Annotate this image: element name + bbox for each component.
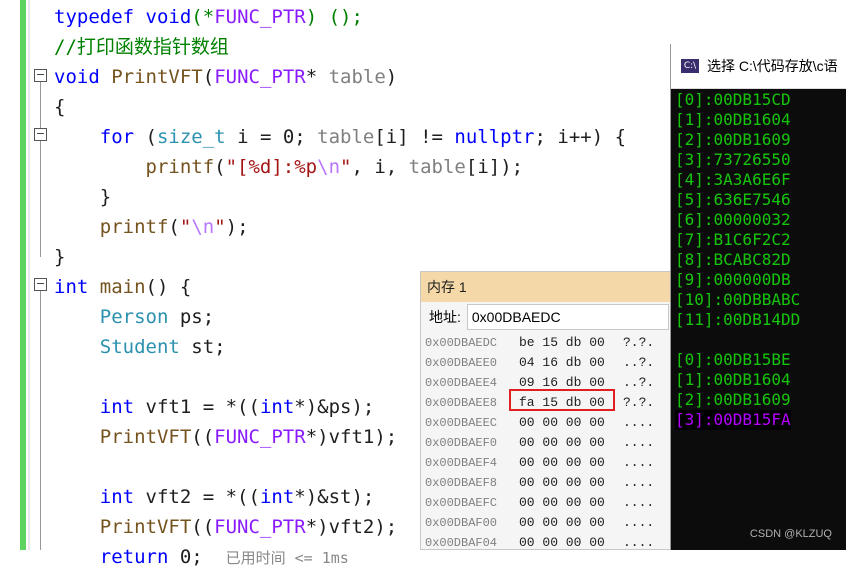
watermark: CSDN @KLZUQ [749,528,832,540]
memory-address: 0x00DBAEE8 [425,396,498,410]
code-line-18: PrintVFT((FUNC_PTR*)vft2); [99,516,398,538]
memory-bytes: be 15 db 00 [519,335,605,350]
memory-bytes: 00 00 00 00 [519,475,605,490]
console-output-line: [1]:00DB1604 [675,370,791,389]
memory-address: 0x00DBAEE0 [425,356,498,370]
collapse-icon[interactable]: − [34,278,47,291]
console-output-line: [3]:73726550 [675,150,791,169]
memory-chars: ?.?. [623,395,655,410]
memory-row: 0x00DBAEDC be 15 db 00?.?. [425,333,654,353]
console-output-line: [7]:B1C6F2C2 [675,230,791,249]
memory-row: 0x00DBAEEC 00 00 00 00.... [425,413,654,433]
memory-chars: .... [623,475,655,490]
console-title: 选择 C:\代码存放\c语 [707,58,838,74]
memory-chars: ?.?. [623,335,655,350]
memory-address: 0x00DBAEF0 [425,436,498,450]
memory-address: 0x00DBAEF4 [425,456,498,470]
collapse-icon[interactable]: − [34,69,47,82]
memory-chars: .... [623,415,655,430]
console-icon: C:\ [681,59,699,73]
code-line-2: //打印函数指针数组 [54,36,229,58]
highlight-box [509,389,615,411]
memory-window-title[interactable]: 内存 1 [421,272,679,302]
console-output-line: [11]:00DB14DD [675,310,801,329]
change-tracking-bar [20,0,26,550]
console-output-line: [8]:BCABC82D [675,250,791,269]
memory-bytes: 00 00 00 00 [519,415,605,430]
console-output-line: [2]:00DB1609 [675,130,791,149]
code-line-3: void PrintVFT(FUNC_PTR* table) [54,66,398,88]
memory-address: 0x00DBAEFC [425,496,498,510]
memory-address: 0x00DBAEE4 [425,376,498,390]
memory-chars: .... [623,515,655,530]
console-title-bar[interactable]: C:\ 选择 C:\代码存放\c语 [671,44,846,89]
code-line-10: int main() { [54,276,192,298]
memory-row: 0x00DBAEF8 00 00 00 00.... [425,473,654,493]
code-line-9: } [54,246,66,268]
memory-chars: .... [623,435,655,450]
console-output-line: [9]:000000DB [675,270,791,289]
fold-guide [40,291,41,550]
memory-row: 0x00DBAEF0 00 00 00 00.... [425,433,654,453]
memory-address: 0x00DBAF04 [425,536,498,550]
code-line-15: PrintVFT((FUNC_PTR*)vft1); [99,426,398,448]
gutter-divider [28,0,30,550]
code-line-5: for (size_t i = 0; table[i] != nullptr; … [99,126,627,148]
memory-row: 0x00DBAEFC 00 00 00 00.... [425,493,654,513]
memory-bytes: 00 00 00 00 [519,435,605,450]
memory-chars: ..?. [623,375,655,390]
memory-chars: .... [623,535,655,550]
memory-bytes: 00 00 00 00 [519,535,605,550]
console-output-line: [4]:3A3A6E6F [675,170,791,189]
memory-chars: .... [623,495,655,510]
console-output-line: [2]:00DB1609 [675,390,791,409]
memory-address: 0x00DBAEDC [425,336,498,350]
code-line-8: printf("\n"); [99,216,249,238]
memory-bytes: 04 16 db 00 [519,355,605,370]
code-line-17: int vft2 = *((int*)&st); [99,486,375,508]
memory-row: 0x00DBAF00 00 00 00 00.... [425,513,654,533]
console-output-line: [0]:00DB15BE [675,350,791,369]
memory-bytes: 00 00 00 00 [519,515,605,530]
memory-address: 0x00DBAEEC [425,416,498,430]
fold-guide [40,82,41,257]
address-label: 地址: [429,309,461,325]
console-window[interactable]: C:\ 选择 C:\代码存放\c语 [0]:00DB15CD [1]:00DB16… [670,44,846,550]
console-output-line: [1]:00DB1604 [675,110,791,129]
code-line-6: printf("[%d]:%p\n", i, table[i]); [145,156,524,178]
memory-bytes: 00 00 00 00 [519,455,605,470]
memory-row: 0x00DBAEF4 00 00 00 00.... [425,453,654,473]
console-output-line: [3]:00DB15FA [675,410,791,430]
code-line-12: Student st; [99,336,226,358]
console-output-line: [10]:00DBBABC [675,290,801,309]
code-line-7: } [54,186,112,208]
memory-address-bar: 地址: 0x00DBAEDC [421,302,679,332]
console-output-line: [6]:00000032 [675,210,791,229]
code-line-14: int vft1 = *((int*)&ps); [99,396,375,418]
memory-address: 0x00DBAEF8 [425,476,498,490]
code-line-11: Person ps; [99,306,215,328]
address-input[interactable]: 0x00DBAEDC [466,304,669,330]
collapse-icon[interactable]: − [34,128,47,141]
memory-address: 0x00DBAF00 [425,516,498,530]
code-line-4: { [54,96,66,118]
memory-chars: .... [623,455,655,470]
code-line-19: return 0; 已用时间 <= 1ms [99,546,349,568]
memory-chars: ..?. [623,355,655,370]
console-output-line: [0]:00DB15CD [675,90,791,109]
memory-row: 0x00DBAEE0 04 16 db 00..?. [425,353,654,373]
memory-row: 0x00DBAF04 00 00 00 00.... [425,533,654,553]
console-output-line: [5]:636E7546 [675,190,791,209]
code-line-1: typedef void(*FUNC_PTR) (); [54,6,363,28]
memory-bytes: 00 00 00 00 [519,495,605,510]
